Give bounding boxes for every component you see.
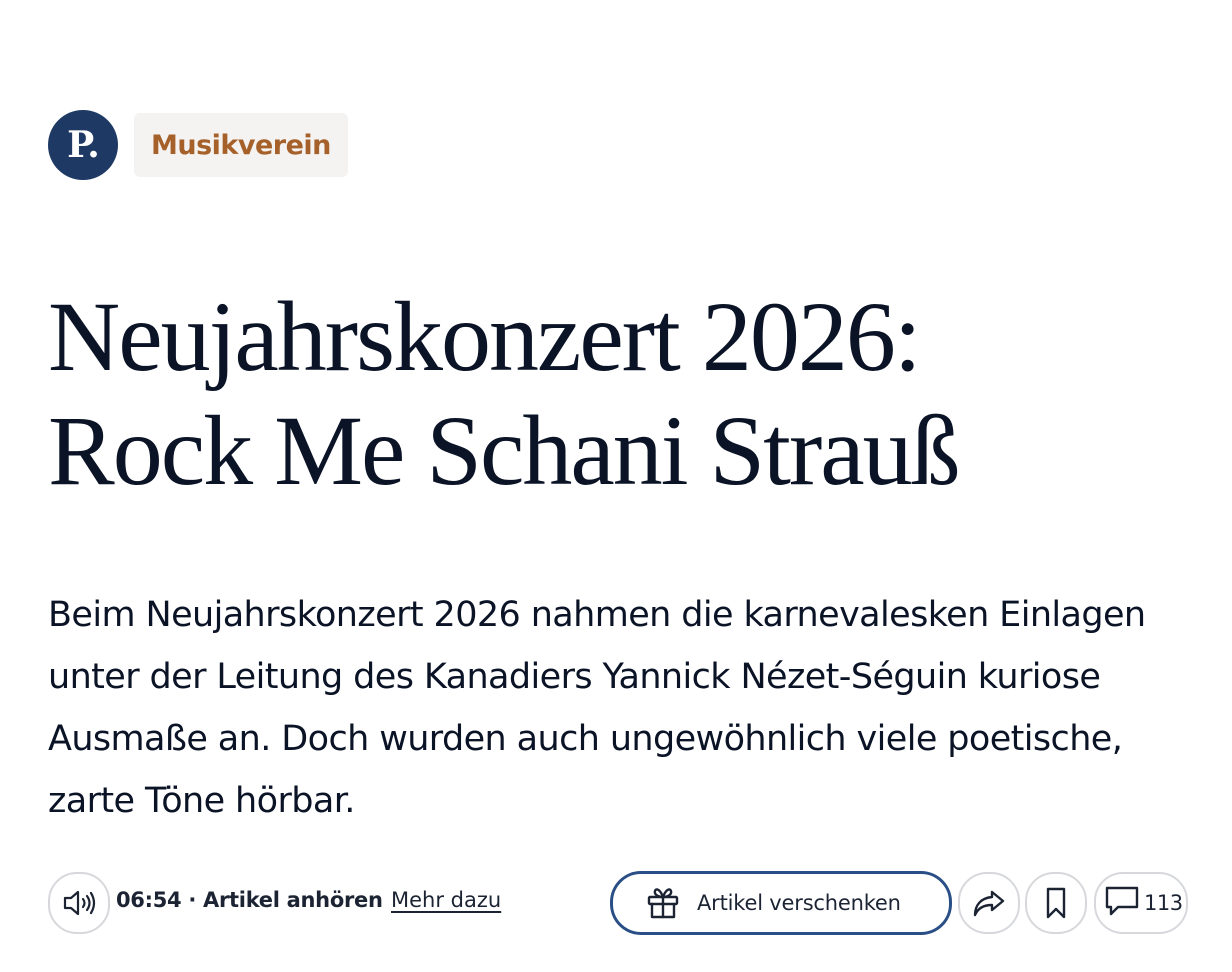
article-toolbar: 06:54 · Artikel anhören Mehr dazu Artike… (48, 872, 1188, 934)
bookmark-button[interactable] (1025, 872, 1087, 934)
headline-line-2: Rock Me Schani Strauß (48, 395, 961, 506)
speaker-icon (62, 888, 96, 918)
article-meta: P. Musikverein (48, 110, 348, 180)
share-icon (972, 888, 1006, 918)
more-info-link[interactable]: Mehr dazu (391, 888, 501, 912)
share-button[interactable] (958, 872, 1020, 934)
article-headline: Neujahrskonzert 2026: Rock Me Schani Str… (48, 280, 1148, 508)
category-tag[interactable]: Musikverein (134, 113, 348, 177)
article-lead: Beim Neujahrskonzert 2026 nahmen die kar… (48, 595, 1146, 821)
brand-logo-text: P. (67, 124, 100, 166)
gift-article-button[interactable]: Artikel verschenken (611, 872, 951, 934)
gift-icon (645, 885, 681, 921)
category-tag-label: Musikverein (151, 129, 331, 161)
brand-logo[interactable]: P. (48, 110, 118, 180)
gift-article-label: Artikel verschenken (697, 891, 901, 915)
headline-line-1: Neujahrskonzert 2026: (48, 281, 922, 392)
bookmark-icon (1043, 886, 1069, 920)
listen-audio-button[interactable] (48, 872, 110, 934)
comment-count: 113 (1144, 891, 1183, 915)
comments-button[interactable]: 113 (1094, 872, 1188, 934)
comment-icon (1104, 884, 1140, 923)
audio-duration-label[interactable]: 06:54 · Artikel anhören (116, 888, 383, 912)
